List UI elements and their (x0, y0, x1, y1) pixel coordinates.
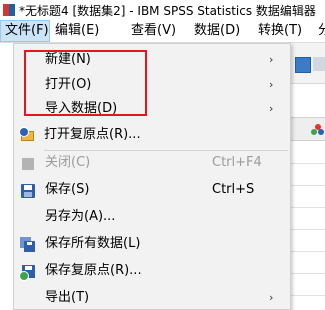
menu-item-save-restore-point[interactable]: 保存复原点(R)... (14, 260, 290, 282)
menu-item-export[interactable]: 导出(T) › (14, 287, 290, 309)
menu-edit[interactable]: 编辑(E) (55, 20, 99, 42)
menu-separator (44, 150, 288, 151)
menu-item-label: 保存复原点(R)... (45, 263, 142, 278)
menu-view[interactable]: 查看(V) (131, 20, 176, 42)
chevron-right-icon: › (269, 102, 274, 115)
menu-item-shortcut: Ctrl+S (212, 182, 255, 197)
save-all-icon (20, 237, 36, 252)
menu-data[interactable]: 数据(D) (194, 20, 240, 42)
menu-item-label: 打开复原点(R)... (44, 127, 141, 142)
menu-bar: 文件(F) 编辑(E) 查看(V) 数据(D) 转换(T) 分 (0, 20, 325, 43)
spss-app-icon (2, 3, 16, 17)
save-icon (20, 183, 36, 198)
chevron-right-icon: › (269, 291, 274, 304)
editor-toolbar (291, 43, 325, 84)
column-header (291, 117, 325, 141)
menu-file[interactable]: 文件(F) (0, 20, 50, 42)
chevron-right-icon: › (269, 53, 274, 66)
menu-item-save[interactable]: 保存(S) Ctrl+S (14, 179, 290, 201)
chevron-right-icon: › (269, 78, 274, 91)
menu-item-label: 导出(T) (45, 290, 90, 305)
menu-item-shortcut: Ctrl+F4 (212, 155, 262, 170)
menu-item-open-restore-point[interactable]: 打开复原点(R)... (14, 124, 290, 146)
toolbar-print-icon[interactable] (313, 57, 325, 71)
menu-item-label: 保存(S) (45, 182, 90, 197)
menu-item-label: 另存为(A)... (45, 209, 116, 224)
title-bar: *无标题4 [数据集2] - IBM SPSS Statistics 数据编辑器 (0, 0, 325, 20)
variable-type-icon (311, 124, 325, 136)
menu-item-save-all-data[interactable]: 保存所有数据(L) (14, 233, 290, 255)
save-restore-point-icon (19, 264, 36, 281)
menu-analyze[interactable]: 分 (318, 20, 325, 42)
menu-item-save-as[interactable]: 另存为(A)... (14, 206, 290, 228)
menu-item-label: 保存所有数据(L) (45, 236, 141, 251)
window-title: *无标题4 [数据集2] - IBM SPSS Statistics 数据编辑器 (19, 3, 316, 18)
data-editor-background (291, 43, 325, 310)
close-document-icon (20, 156, 36, 171)
annotation-highlight-box (24, 50, 147, 116)
folder-clock-icon (19, 127, 36, 143)
menu-transform[interactable]: 转换(T) (258, 20, 302, 42)
menu-item-close: 关闭(C) Ctrl+F4 (14, 152, 290, 174)
toolbar-save-icon[interactable] (295, 57, 311, 73)
menu-item-label: 关闭(C) (45, 155, 91, 170)
